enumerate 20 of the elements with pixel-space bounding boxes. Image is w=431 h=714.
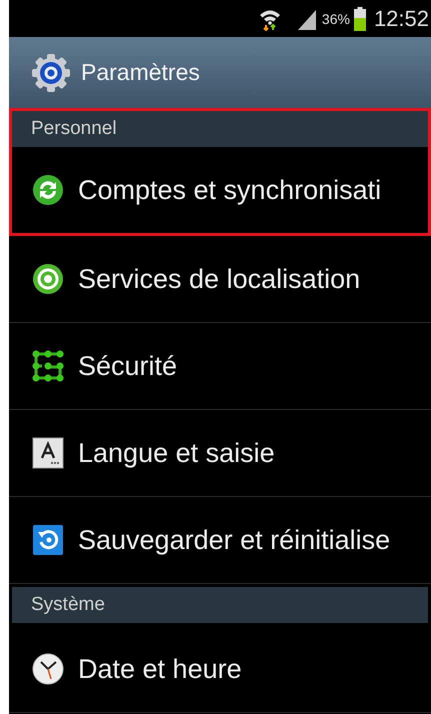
settings-item[interactable]: Sauvegarder et réinitialise — [9, 497, 431, 584]
settings-item[interactable]: Langue et saisie — [9, 410, 431, 497]
settings-item[interactable]: Comptes et synchronisati — [12, 147, 428, 233]
clock-time: 12:52 — [374, 6, 429, 32]
settings-item[interactable]: Sécurité — [9, 323, 431, 410]
restore-icon — [32, 524, 64, 556]
settings-item[interactable]: Date et heure — [9, 626, 431, 713]
letter-key-icon — [32, 437, 64, 469]
section-header: Personnel — [12, 111, 428, 147]
battery-percent: 36% — [322, 10, 350, 26]
settings-item[interactable]: Services de localisation — [9, 236, 431, 323]
signal-icon — [296, 8, 318, 30]
clock-icon — [32, 653, 64, 685]
screen-title: Paramètres — [81, 59, 200, 86]
gear-icon — [31, 52, 71, 92]
sync-icon — [32, 174, 64, 206]
battery-icon — [354, 6, 366, 30]
section-header: Système — [12, 587, 428, 623]
location-icon — [32, 263, 64, 295]
dot-grid-icon — [32, 350, 64, 382]
